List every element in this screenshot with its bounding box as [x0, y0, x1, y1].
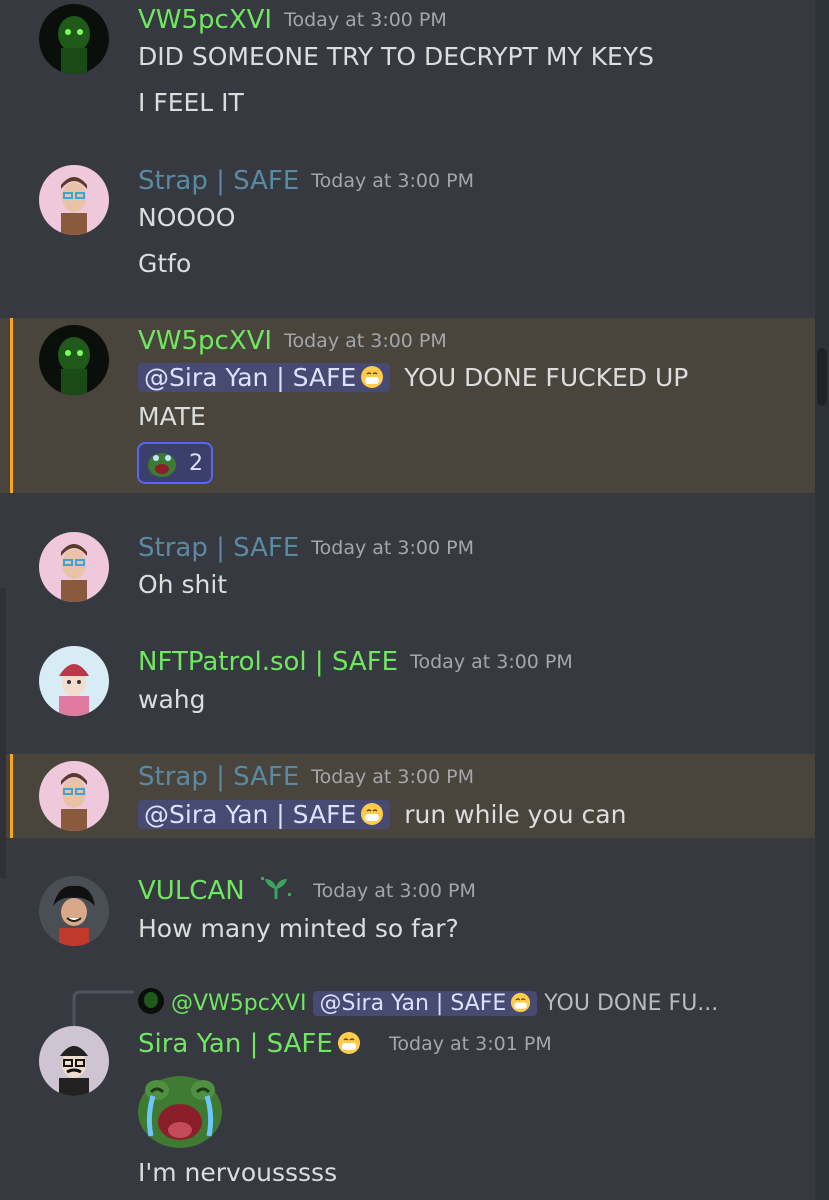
author-name[interactable]: VULCAN Today at 3:00 PM — [138, 875, 476, 906]
avatar-strap[interactable] — [39, 165, 109, 235]
timestamp: Today at 3:00 PM — [284, 9, 447, 31]
scrollbar-thumb[interactable] — [817, 348, 827, 406]
user-mention[interactable]: @Sira Yan | SAFE — [313, 991, 538, 1016]
message-strap-1: Strap | SAFE Today at 3:00 PM NOOOO Gtfo — [0, 150, 829, 300]
message-vw5pcxvi-1: VW5pcXVI Today at 3:00 PM DID SOMEONE TRY… — [0, 0, 829, 140]
mask-face-icon — [337, 1032, 360, 1054]
user-mention[interactable]: @Sira Yan | SAFE — [138, 800, 391, 829]
author-name[interactable]: Sira Yan | SAFE Today at 3:01 PM — [138, 1029, 552, 1059]
message-text: NOOOO — [138, 203, 236, 232]
timestamp: Today at 3:00 PM — [311, 537, 474, 559]
reply-preview[interactable]: @VW5pcXVI @Sira Yan | SAFE YOU DONE FU..… — [138, 988, 718, 1019]
crying-frog-icon — [148, 453, 176, 477]
message-vw5pcxvi-2: VW5pcXVI Today at 3:00 PM @Sira Yan | SAF… — [0, 318, 829, 493]
message-sira-yan: @VW5pcXVI @Sira Yan | SAFE YOU DONE FU..… — [0, 980, 829, 1200]
message-text: Oh shit — [138, 570, 228, 599]
mask-face-icon — [361, 366, 384, 388]
avatar-strap[interactable] — [39, 532, 109, 602]
left-panel-edge — [0, 588, 6, 878]
message-text: How many minted so far? — [138, 914, 459, 943]
reply-avatar-icon — [138, 988, 164, 1014]
avatar-vulcan[interactable] — [39, 876, 109, 946]
message-vulcan: VULCAN Today at 3:00 PM How many minted … — [0, 862, 829, 962]
avatar-nftpatrol[interactable] — [39, 646, 109, 716]
user-mention[interactable]: @Sira Yan | SAFE — [138, 363, 391, 392]
author-name[interactable]: NFTPatrol.sol | SAFE Today at 3:00 PM — [138, 647, 573, 677]
scrollbar-track[interactable] — [815, 0, 829, 1200]
message-text: I FEEL IT — [138, 88, 244, 117]
reply-author: @VW5pcXVI — [171, 991, 307, 1016]
message-text: DID SOMEONE TRY TO DECRYPT MY KEYS — [138, 42, 654, 71]
crying-frog-sticker[interactable] — [137, 1066, 223, 1150]
reaction-count: 2 — [189, 451, 203, 476]
mask-face-icon — [361, 803, 384, 825]
author-name[interactable]: Strap | SAFE Today at 3:00 PM — [138, 533, 474, 563]
message-text: MATE — [138, 402, 206, 431]
reply-text: YOU DONE FU... — [544, 991, 719, 1016]
message-nftpatrol: NFTPatrol.sol | SAFE Today at 3:00 PM wah… — [0, 634, 829, 734]
author-name[interactable]: VW5pcXVI Today at 3:00 PM — [138, 326, 447, 356]
avatar-strap[interactable] — [39, 761, 109, 831]
mask-face-icon — [511, 992, 531, 1013]
author-name[interactable]: Strap | SAFE Today at 3:00 PM — [138, 762, 474, 792]
avatar-vw5pcxvi[interactable] — [39, 325, 109, 395]
reaction-button[interactable]: 2 — [137, 442, 213, 484]
message-text: @Sira Yan | SAFE run while you can — [138, 800, 626, 830]
avatar-vw5pcxvi[interactable] — [39, 4, 109, 74]
message-text: wahg — [138, 685, 206, 714]
message-text: Gtfo — [138, 249, 192, 278]
timestamp: Today at 3:00 PM — [311, 766, 474, 788]
timestamp: Today at 3:01 PM — [389, 1033, 552, 1055]
timestamp: Today at 3:00 PM — [311, 170, 474, 192]
timestamp: Today at 3:00 PM — [410, 651, 573, 673]
message-text: I'm nervousssss — [138, 1158, 338, 1187]
avatar-sira-yan[interactable] — [39, 1026, 109, 1096]
timestamp: Today at 3:00 PM — [284, 330, 447, 352]
author-name[interactable]: VW5pcXVI Today at 3:00 PM — [138, 5, 447, 35]
author-name[interactable]: Strap | SAFE Today at 3:00 PM — [138, 166, 474, 196]
message-strap-2: Strap | SAFE Today at 3:00 PM Oh shit — [0, 520, 829, 620]
plant-badge-icon — [260, 877, 291, 899]
message-strap-3: Strap | SAFE Today at 3:00 PM @Sira Yan |… — [0, 754, 829, 838]
timestamp: Today at 3:00 PM — [313, 880, 476, 902]
message-text: @Sira Yan | SAFE YOU DONE FUCKED UP — [138, 363, 688, 393]
